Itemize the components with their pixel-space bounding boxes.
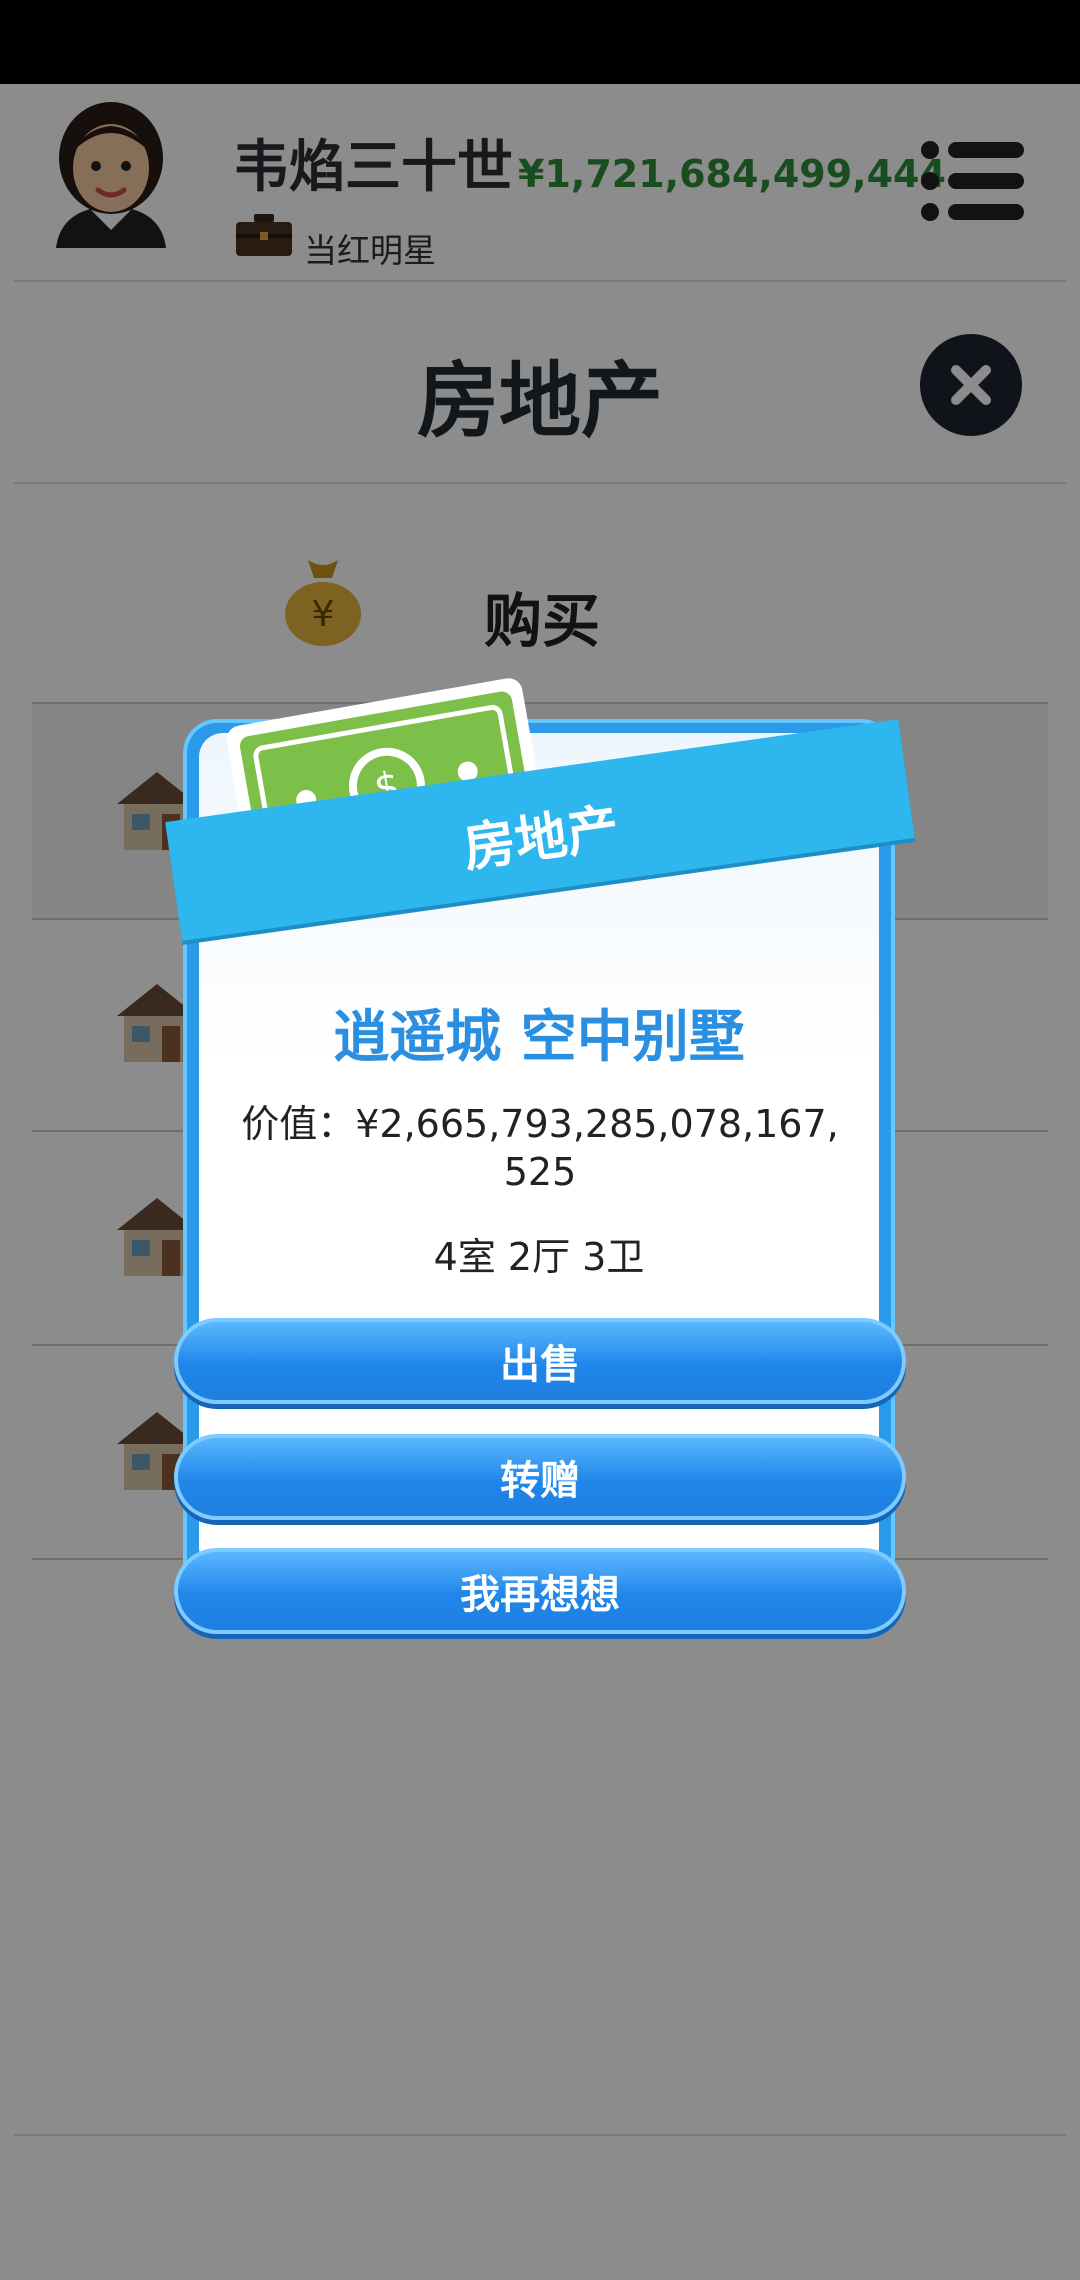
property-name: 逍遥城 空中别墅: [333, 1005, 745, 1070]
gift-button[interactable]: 转赠: [174, 1434, 906, 1520]
property-value: 价值：¥2,665,793,285,078,167,525: [241, 1102, 839, 1194]
property-rooms: 4室 2厅 3卫: [433, 1235, 645, 1279]
status-bar: [0, 0, 1080, 84]
sell-button[interactable]: 出售: [174, 1318, 906, 1404]
sell-button-label: 出售: [500, 1342, 580, 1388]
gift-button-label: 转赠: [500, 1458, 580, 1504]
cancel-button[interactable]: 我再想想: [174, 1548, 906, 1634]
cancel-button-label: 我再想想: [460, 1572, 620, 1618]
